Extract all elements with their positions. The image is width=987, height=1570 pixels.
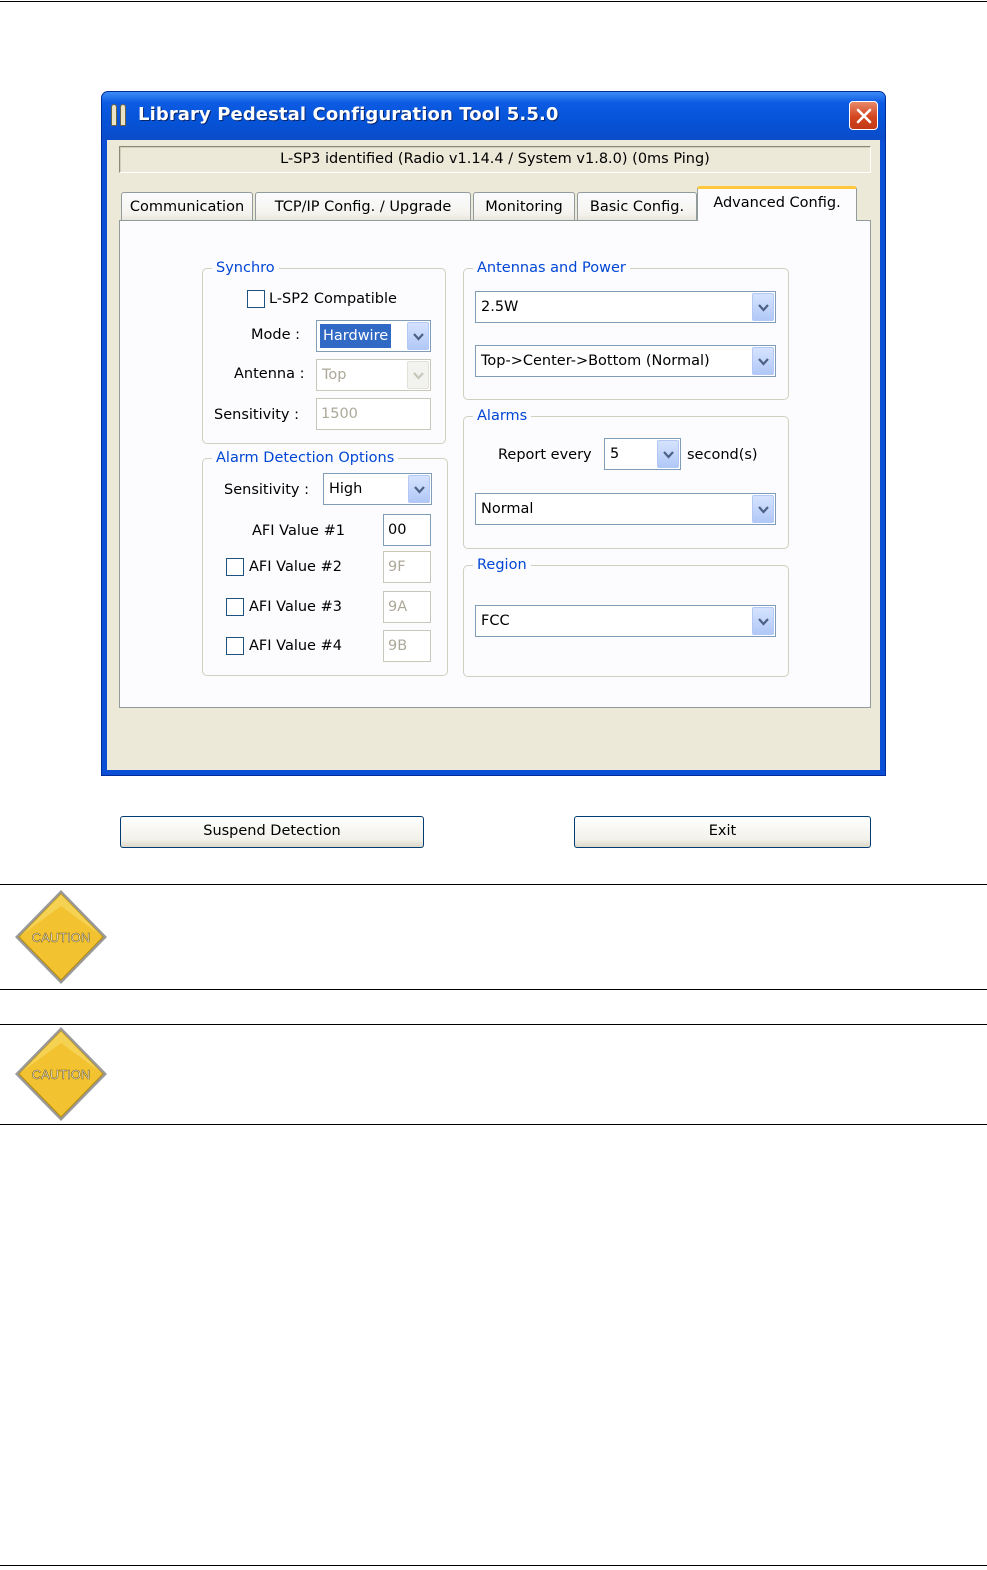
region-dropdown-button[interactable] xyxy=(752,607,774,635)
app-window: Library Pedestal Configuration Tool 5.5.… xyxy=(101,91,886,848)
afi3-label: AFI Value #3 xyxy=(249,599,342,615)
afi1-input[interactable]: 00 xyxy=(383,514,431,546)
caution-label: CAUTION xyxy=(32,930,91,945)
afi4-label: AFI Value #4 xyxy=(249,638,342,654)
antenna-sequence-dropdown-button[interactable] xyxy=(752,347,774,375)
window-title: Library Pedestal Configuration Tool 5.5.… xyxy=(138,104,559,125)
alarm-detection-legend: Alarm Detection Options xyxy=(212,449,399,467)
tab-advanced-config[interactable]: Advanced Config. xyxy=(697,186,857,221)
chevron-down-icon xyxy=(413,333,424,341)
chevron-down-icon xyxy=(663,451,674,459)
mode-select[interactable]: Hardwire xyxy=(316,320,431,352)
alarms-group: Alarms Report every 5 second(s) Normal xyxy=(463,407,789,549)
afi3-input[interactable]: 9A xyxy=(383,591,431,623)
region-value: FCC xyxy=(481,613,510,629)
chevron-down-icon xyxy=(758,506,769,514)
tab-communication[interactable]: Communication xyxy=(121,192,253,222)
region-select[interactable]: FCC xyxy=(475,605,776,637)
connection-status: L-SP3 identified (Radio v1.14.4 / System… xyxy=(119,146,871,173)
lsp2-compatible-label: L-SP2 Compatible xyxy=(269,291,397,307)
antennas-power-group: Antennas and Power 2.5W Top->Center->Bot… xyxy=(463,259,789,400)
caution-2-top-rule xyxy=(0,1024,987,1025)
advanced-config-panel: Synchro L-SP2 Compatible Mode : Hardwire… xyxy=(119,220,871,708)
alarm-mode-select[interactable]: Normal xyxy=(475,493,776,525)
mode-value: Hardwire xyxy=(320,324,392,348)
alarms-legend: Alarms xyxy=(473,407,532,425)
caution-label: CAUTION xyxy=(32,1067,91,1082)
antenna-select[interactable]: Top xyxy=(316,359,431,391)
antenna-sequence-value: Top->Center->Bottom (Normal) xyxy=(481,353,710,369)
synchro-sensitivity-input[interactable]: 1500 xyxy=(316,398,431,430)
afi2-label: AFI Value #2 xyxy=(249,559,342,575)
lsp2-compatible-checkbox[interactable] xyxy=(247,290,265,308)
alarm-sensitivity-value: High xyxy=(329,481,363,497)
afi2-input[interactable]: 9F xyxy=(383,551,431,583)
antenna-value: Top xyxy=(322,367,347,383)
tab-monitoring[interactable]: Monitoring xyxy=(473,192,575,222)
suspend-detection-button[interactable]: Suspend Detection xyxy=(120,816,424,848)
chevron-down-icon xyxy=(414,486,425,494)
page-top-rule xyxy=(0,1,987,2)
antenna-label: Antenna : xyxy=(234,366,305,382)
power-value: 2.5W xyxy=(481,299,519,315)
synchro-group: Synchro L-SP2 Compatible Mode : Hardwire… xyxy=(202,259,446,444)
app-icon xyxy=(111,104,129,126)
chevron-down-icon xyxy=(758,618,769,626)
chevron-down-icon xyxy=(758,304,769,312)
caution-icon: CAUTION xyxy=(15,890,107,984)
caution-2-bottom-rule xyxy=(0,1124,987,1125)
tab-tcpip-config-upgrade[interactable]: TCP/IP Config. / Upgrade xyxy=(255,192,471,222)
power-select[interactable]: 2.5W xyxy=(475,291,776,323)
exit-button[interactable]: Exit xyxy=(574,816,871,848)
alarm-detection-group: Alarm Detection Options Sensitivity : Hi… xyxy=(202,449,448,676)
close-button[interactable] xyxy=(849,101,878,130)
region-group: Region FCC xyxy=(463,556,789,677)
title-bar[interactable]: Library Pedestal Configuration Tool 5.5.… xyxy=(102,92,885,140)
chevron-down-icon xyxy=(413,372,424,380)
page-bottom-rule xyxy=(0,1565,987,1566)
synchro-legend: Synchro xyxy=(212,259,279,277)
alarm-mode-value: Normal xyxy=(481,501,534,517)
synchro-sensitivity-label: Sensitivity : xyxy=(214,407,299,423)
seconds-label: second(s) xyxy=(687,447,758,463)
caution-1-top-rule xyxy=(0,884,987,885)
report-interval-dropdown-button[interactable] xyxy=(657,440,679,468)
tab-basic-config[interactable]: Basic Config. xyxy=(577,192,697,222)
alarm-sensitivity-dropdown-button[interactable] xyxy=(408,475,430,503)
caution-icon: CAUTION xyxy=(15,1027,107,1121)
report-interval-value: 5 xyxy=(610,446,620,462)
antenna-dropdown-button[interactable] xyxy=(407,361,429,389)
power-dropdown-button[interactable] xyxy=(752,293,774,321)
chevron-down-icon xyxy=(758,358,769,366)
antennas-power-legend: Antennas and Power xyxy=(473,259,630,277)
alarm-mode-dropdown-button[interactable] xyxy=(752,495,774,523)
region-legend: Region xyxy=(473,556,531,574)
afi4-checkbox[interactable] xyxy=(226,637,244,655)
report-interval-select[interactable]: 5 xyxy=(604,438,681,470)
antenna-sequence-select[interactable]: Top->Center->Bottom (Normal) xyxy=(475,345,776,377)
close-icon xyxy=(856,108,872,124)
afi3-checkbox[interactable] xyxy=(226,598,244,616)
afi2-checkbox[interactable] xyxy=(226,558,244,576)
caution-1-bottom-rule xyxy=(0,989,987,990)
mode-dropdown-button[interactable] xyxy=(407,322,429,350)
afi4-input[interactable]: 9B xyxy=(383,630,431,662)
window-client: L-SP3 identified (Radio v1.14.4 / System… xyxy=(107,140,880,848)
alarm-sensitivity-label: Sensitivity : xyxy=(224,482,309,498)
afi1-label: AFI Value #1 xyxy=(252,523,345,539)
alarm-sensitivity-select[interactable]: High xyxy=(323,473,432,505)
mode-label: Mode : xyxy=(251,327,301,343)
report-every-label: Report every xyxy=(498,447,592,463)
